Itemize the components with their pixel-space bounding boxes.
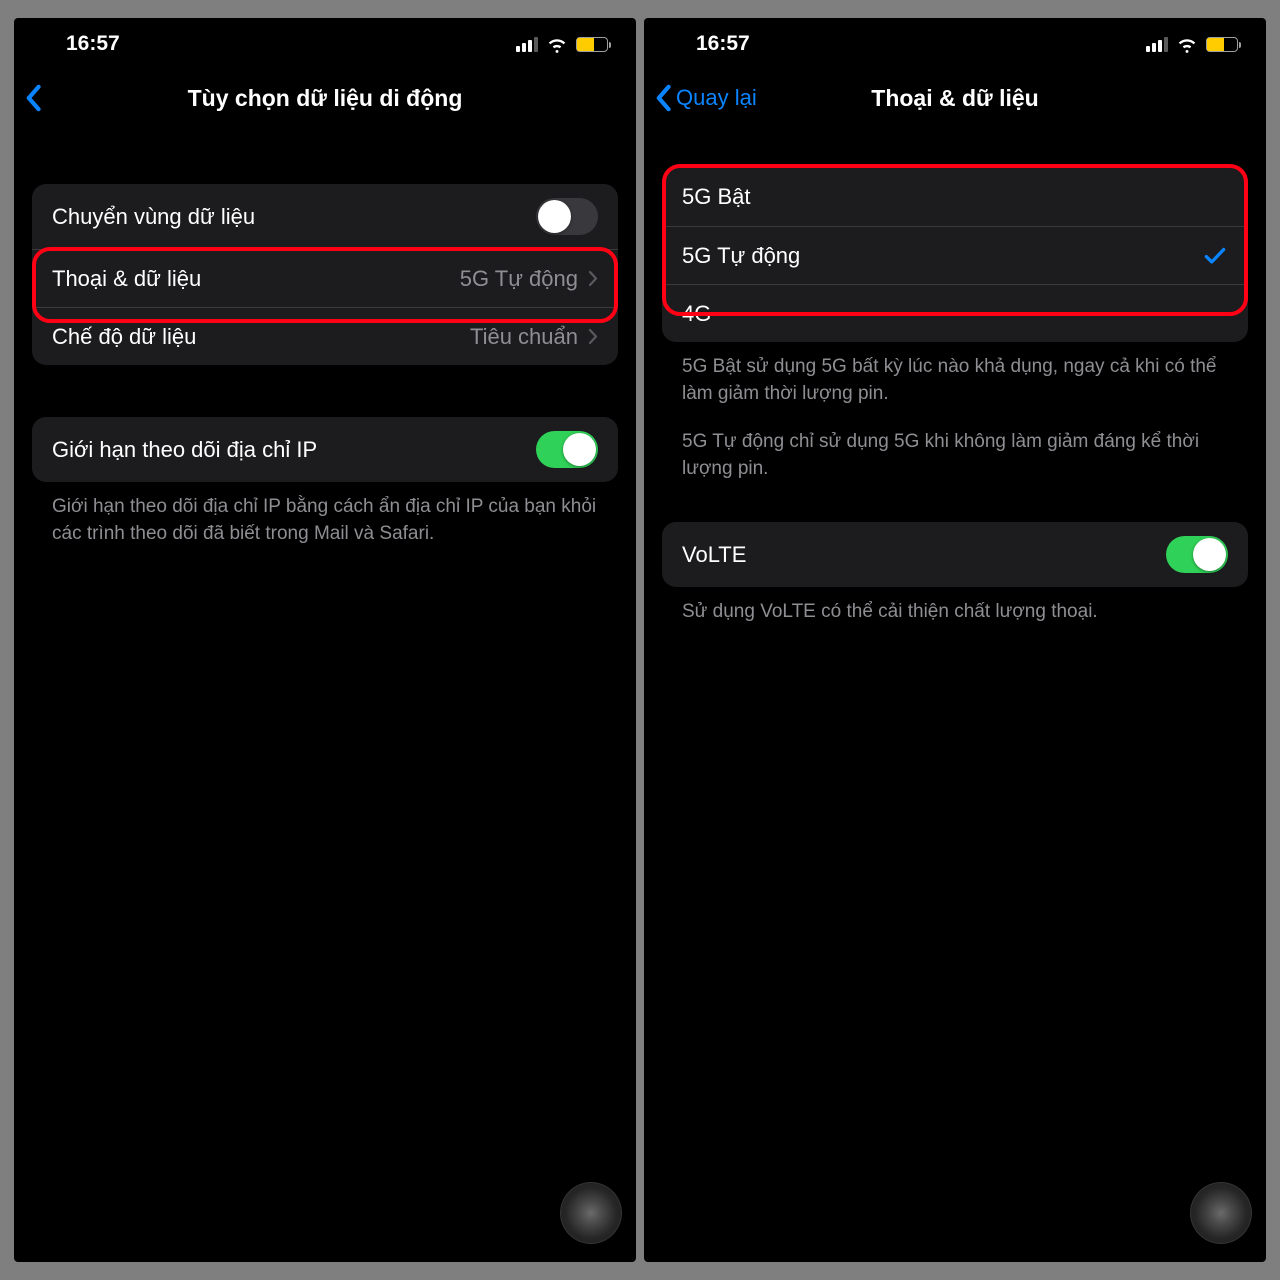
wifi-icon: [1176, 33, 1198, 55]
footer-text-1: 5G Bật sử dụng 5G bất kỳ lúc nào khả dụn…: [662, 342, 1248, 407]
settings-group-options: 5G Bật 5G Tự động 4G: [662, 168, 1248, 342]
row-label: 5G Tự động: [682, 243, 800, 269]
row-label: Giới hạn theo dõi địa chỉ IP: [52, 437, 317, 463]
chevron-left-icon: [24, 84, 42, 112]
row-label: Chuyển vùng dữ liệu: [52, 204, 255, 230]
cellular-signal-icon: [516, 36, 538, 52]
row-limit-ip-tracking[interactable]: Giới hạn theo dõi địa chỉ IP: [32, 417, 618, 482]
row-label: Thoại & dữ liệu: [52, 266, 201, 292]
settings-group-2: Giới hạn theo dõi địa chỉ IP: [32, 417, 618, 482]
wifi-icon: [546, 33, 568, 55]
settings-group-1: Chuyển vùng dữ liệu Thoại & dữ liệu 5G T…: [32, 184, 618, 365]
status-bar: 16:57: [14, 18, 636, 70]
option-4g[interactable]: 4G: [662, 284, 1248, 342]
row-voice-data[interactable]: Thoại & dữ liệu 5G Tự động: [32, 249, 618, 307]
row-label: VoLTE: [682, 542, 746, 568]
row-data-mode[interactable]: Chế độ dữ liệu Tiêu chuẩn: [32, 307, 618, 365]
row-value: 5G Tự động: [460, 266, 578, 292]
checkmark-icon: [1202, 243, 1228, 269]
chevron-left-icon: [654, 84, 672, 112]
nav-bar: Quay lại Thoại & dữ liệu: [644, 70, 1266, 126]
status-bar: 16:57: [644, 18, 1266, 70]
chevron-right-icon: [588, 328, 598, 345]
row-label: 4G: [682, 301, 711, 327]
footer-text-volte: Sử dụng VoLTE có thể cải thiện chất lượn…: [662, 587, 1248, 626]
page-title: Thoại & dữ liệu: [871, 85, 1038, 112]
status-time: 16:57: [66, 32, 120, 56]
battery-icon: [1206, 37, 1238, 52]
toggle-limit-ip-tracking[interactable]: [536, 431, 598, 468]
status-time: 16:57: [696, 32, 750, 56]
row-label: 5G Bật: [682, 184, 750, 210]
phone-screen-left: 16:57 Tùy chọn dữ liệu di động Chu: [14, 18, 636, 1262]
assistive-touch-button[interactable]: [560, 1182, 622, 1244]
phone-screen-right: 16:57 Quay lại Thoại & dữ liệu: [644, 18, 1266, 1262]
page-title: Tùy chọn dữ liệu di động: [188, 85, 463, 112]
row-data-roaming[interactable]: Chuyển vùng dữ liệu: [32, 184, 618, 249]
row-value: Tiêu chuẩn: [470, 324, 578, 350]
cellular-signal-icon: [1146, 36, 1168, 52]
toggle-data-roaming[interactable]: [536, 198, 598, 235]
back-button[interactable]: [24, 70, 42, 126]
battery-icon: [576, 37, 608, 52]
toggle-volte[interactable]: [1166, 536, 1228, 573]
assistive-touch-button[interactable]: [1190, 1182, 1252, 1244]
row-volte[interactable]: VoLTE: [662, 522, 1248, 587]
nav-bar: Tùy chọn dữ liệu di động: [14, 70, 636, 126]
option-5g-auto[interactable]: 5G Tự động: [662, 226, 1248, 284]
settings-group-volte: VoLTE: [662, 522, 1248, 587]
back-label: Quay lại: [676, 85, 757, 111]
row-label: Chế độ dữ liệu: [52, 324, 196, 350]
back-button[interactable]: Quay lại: [654, 70, 757, 126]
footer-text-2: 5G Tự động chỉ sử dụng 5G khi không làm …: [662, 407, 1248, 482]
footer-text: Giới hạn theo dõi địa chỉ IP bằng cách ẩ…: [32, 482, 618, 547]
option-5g-on[interactable]: 5G Bật: [662, 168, 1248, 226]
chevron-right-icon: [588, 270, 598, 287]
